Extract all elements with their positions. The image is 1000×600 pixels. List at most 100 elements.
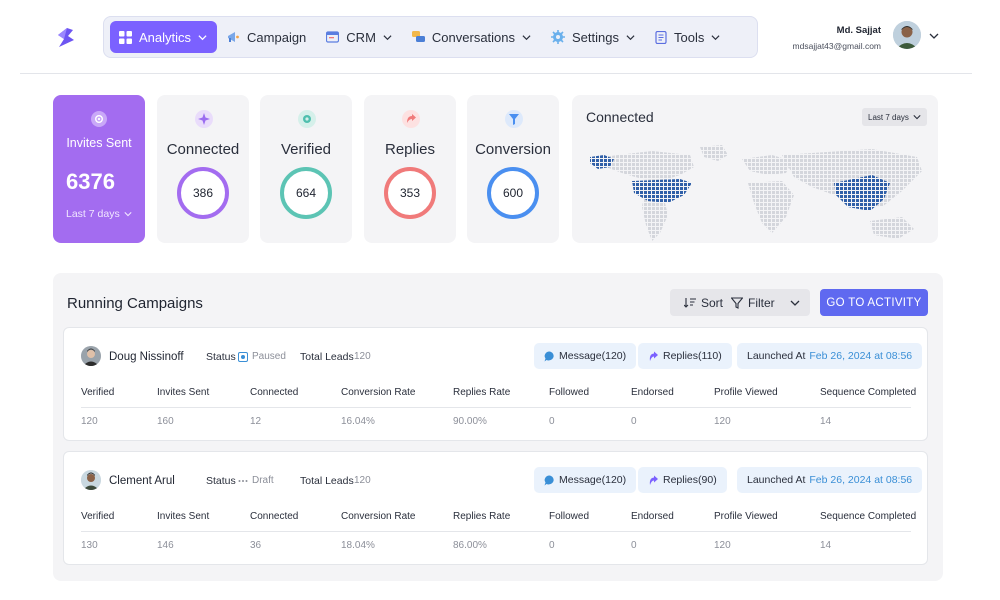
total-leads-value: 120 <box>354 475 371 486</box>
user-email: mdsajjat43@gmail.com <box>792 41 881 51</box>
reply-icon <box>649 351 658 361</box>
table-cell: 16.04% <box>341 416 375 427</box>
column-header: Followed <box>549 511 590 522</box>
map-title: Connected <box>586 109 654 125</box>
table-cell: 12 <box>250 416 262 427</box>
total-leads-label: Total Leads <box>300 475 354 487</box>
stat-label: Verified <box>280 141 332 158</box>
table-cell: 120 <box>714 416 731 427</box>
user-name: Md. Sajjat <box>836 25 881 36</box>
pause-icon <box>238 351 248 362</box>
stat-ring: 600 <box>487 167 539 219</box>
column-header: Sequence Completed <box>820 511 917 522</box>
total-leads-label: Total Leads <box>300 351 354 363</box>
chevron-down-icon <box>913 115 921 120</box>
launched-date: Feb 26, 2024 at 08:56 <box>809 474 913 486</box>
column-header: Profile Viewed <box>714 387 778 398</box>
table-cell: 36 <box>250 540 262 551</box>
period-dropdown[interactable]: Last 7 days <box>66 208 132 220</box>
nav-campaign-label: Campaign <box>247 29 307 45</box>
sort-button[interactable]: Sort <box>684 296 723 310</box>
total-leads-value: 120 <box>354 351 371 362</box>
launched-label: Launched At <box>747 350 806 362</box>
stat-connected[interactable]: Connected 386 <box>157 95 249 243</box>
campaign-card[interactable]: Doug Nissinoff Status Paused Total Leads… <box>63 327 928 441</box>
chevron-down-icon[interactable] <box>929 31 939 41</box>
stat-replies[interactable]: Replies 353 <box>364 95 456 243</box>
stat-label: Connected <box>166 141 240 158</box>
status-badge: Draft <box>238 475 274 486</box>
megaphone-icon <box>228 31 239 42</box>
table-cell: 86.00% <box>453 540 487 551</box>
table-cell: 0 <box>549 416 555 427</box>
avatar <box>81 346 101 366</box>
more-dots-icon <box>238 479 248 482</box>
filter-label: Filter <box>748 295 775 310</box>
message-label: Message(120) <box>559 474 627 486</box>
nav-analytics[interactable]: Analytics <box>110 21 218 53</box>
status-label: Status <box>206 475 236 487</box>
table-cell: 0 <box>631 540 637 551</box>
column-header: Connected <box>250 387 299 398</box>
table-cell: 146 <box>157 540 174 551</box>
header-divider <box>20 73 972 74</box>
column-header: Replies Rate <box>453 511 511 522</box>
campaign-name: Doug Nissinoff <box>109 351 184 363</box>
stat-ring: 353 <box>384 167 436 219</box>
column-header: Followed <box>549 387 590 398</box>
reply-icon <box>649 475 658 485</box>
campaign-card[interactable]: Clement Arul Status Draft Total Leads 12… <box>63 451 928 565</box>
conversion-icon <box>505 110 523 128</box>
table-cell: 14 <box>820 416 832 427</box>
stat-verified[interactable]: Verified 664 <box>260 95 352 243</box>
column-header: Endorsed <box>631 511 674 522</box>
nav-tools[interactable]: Tools <box>645 21 730 53</box>
chevron-down-icon <box>790 300 800 306</box>
main-nav: Analytics Campaign CRM Conversations Set… <box>103 16 758 58</box>
nav-settings[interactable]: Settings <box>541 21 645 53</box>
replies-button[interactable]: Replies(110) <box>638 343 732 369</box>
go-to-activity-button[interactable]: GO TO ACTIVITY <box>820 289 928 316</box>
stat-ring: 664 <box>280 167 332 219</box>
stat-value: 6376 <box>66 169 115 194</box>
campaign-name: Clement Arul <box>109 475 175 487</box>
stat-label: Replies <box>384 141 436 158</box>
status-value: Draft <box>252 475 274 486</box>
nav-conversations-label: Conversations <box>431 29 516 45</box>
nav-campaign[interactable]: Campaign <box>217 21 316 53</box>
chevron-down-icon <box>522 34 531 40</box>
launched-at: Launched At Feb 26, 2024 at 08:56 <box>737 343 923 369</box>
chevron-down-icon <box>124 212 132 217</box>
grid-icon <box>119 30 132 44</box>
column-header: Endorsed <box>631 387 674 398</box>
user-menu[interactable]: Md. Sajjat mdsajjat43@gmail.com <box>792 21 975 55</box>
column-header: Verified <box>81 511 115 522</box>
nav-tools-label: Tools <box>674 29 705 45</box>
running-campaigns-panel: Running Campaigns Sort Filter GO TO ACTI… <box>53 273 943 581</box>
connected-map-card: Connected Last 7 days <box>572 95 938 243</box>
app-logo[interactable] <box>55 27 77 49</box>
launched-label: Launched At <box>747 474 806 486</box>
filter-icon <box>731 296 744 309</box>
launched-date: Feb 26, 2024 at 08:56 <box>809 350 913 362</box>
message-button[interactable]: Message(120) <box>534 343 637 369</box>
column-header: Invites Sent <box>157 511 210 522</box>
avatar[interactable] <box>893 21 921 49</box>
map-range-dropdown[interactable]: Last 7 days <box>862 108 927 126</box>
verified-icon <box>298 110 316 128</box>
stat-label: Conversion <box>475 141 551 158</box>
stat-invites-sent[interactable]: Invites Sent 6376 Last 7 days <box>53 95 145 243</box>
column-header: Sequence Completed <box>820 387 917 398</box>
column-header: Replies Rate <box>453 387 511 398</box>
filter-button[interactable]: Filter <box>731 296 800 310</box>
table-cell: 130 <box>81 540 98 551</box>
status-label: Status <box>206 351 236 363</box>
table-cell: 120 <box>714 540 731 551</box>
nav-conversations[interactable]: Conversations <box>402 21 541 53</box>
stat-conversion[interactable]: Conversion 600 <box>467 95 559 243</box>
replies-button[interactable]: Replies(90) <box>638 467 727 493</box>
document-icon <box>655 30 667 44</box>
message-button[interactable]: Message(120) <box>534 467 637 493</box>
nav-crm[interactable]: CRM <box>316 21 402 53</box>
gear-icon <box>551 30 566 44</box>
